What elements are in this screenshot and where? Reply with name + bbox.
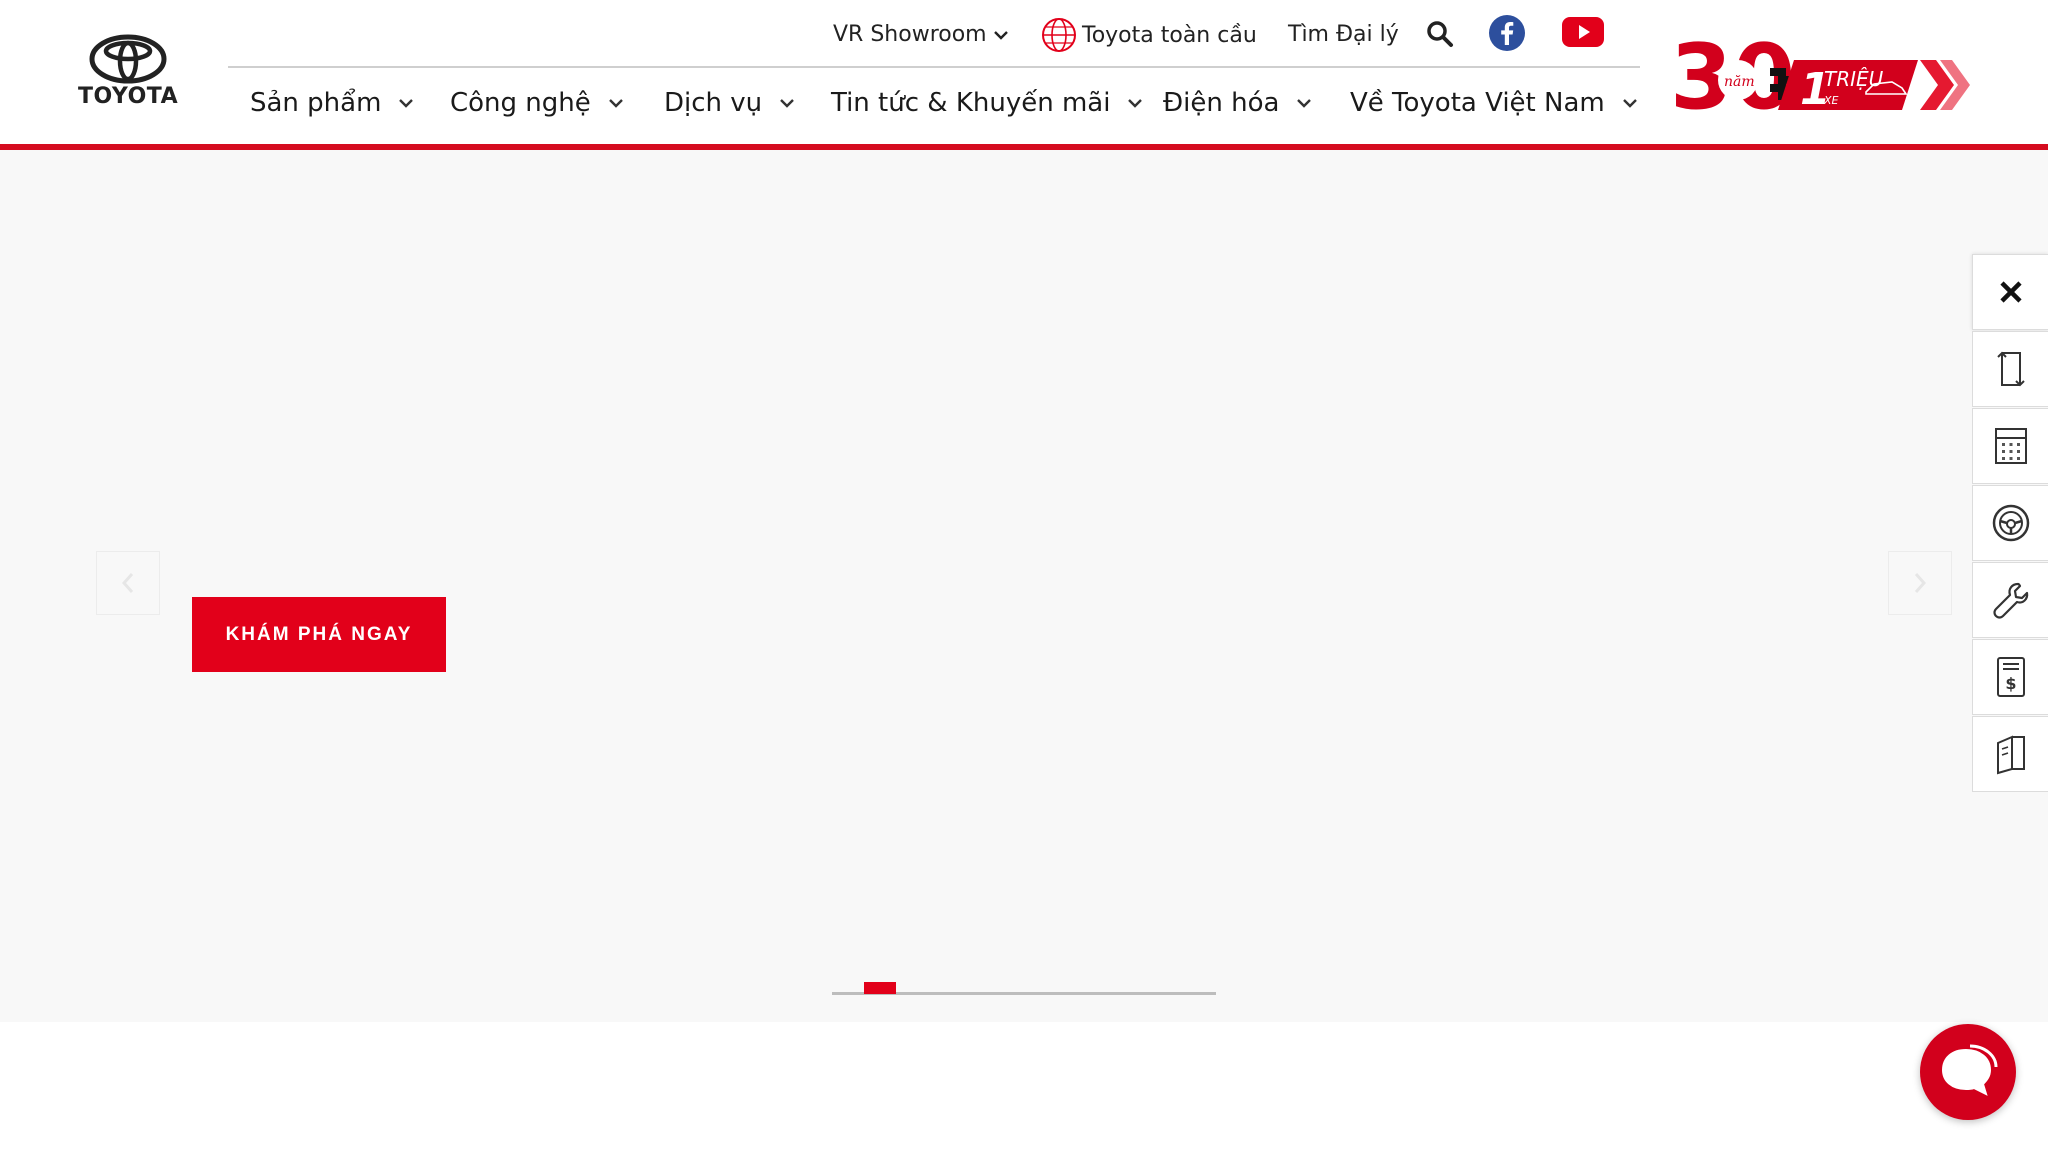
badge-vehicles: XE [1823, 94, 1839, 107]
close-icon [1999, 281, 2022, 303]
nav-item-services[interactable]: Dịch vụ [664, 88, 796, 118]
chat-icon [1941, 1044, 1998, 1096]
chevron-down-icon [1128, 99, 1143, 108]
nav-item-label: Dịch vụ [664, 88, 763, 118]
nav-item-technology[interactable]: Công nghệ [450, 88, 625, 118]
chevron-down-icon [1622, 99, 1637, 108]
compare-cars-button[interactable] [1972, 331, 2048, 407]
service-booking-button[interactable] [1972, 562, 2048, 638]
toyota-global-label: Toyota toàn cầu [1082, 22, 1257, 48]
site-header: TOYOTA VR Showroom Toyota toàn cầu Tìm Đ… [0, 0, 2048, 144]
chevron-down-icon [399, 99, 414, 108]
chevron-down-icon [993, 30, 1008, 40]
globe-icon [1042, 18, 1076, 52]
nav-item-label: Điện hóa [1163, 88, 1280, 118]
youtube-link[interactable] [1562, 16, 1604, 48]
nav-item-news-promotions[interactable]: Tin tức & Khuyến mãi [831, 88, 1144, 118]
search-button[interactable] [1426, 20, 1454, 48]
badge-million-label: TRIỆU [1824, 67, 1884, 91]
brochure-icon [1996, 735, 2025, 775]
chat-button[interactable] [1920, 1024, 2016, 1120]
nav-item-electrification[interactable]: Điện hóa [1163, 88, 1313, 118]
chevron-right-icon [1914, 573, 1927, 593]
price-list-button[interactable]: $ [1972, 639, 2048, 715]
nav-item-products[interactable]: Sản phẩm [250, 88, 415, 118]
vr-showroom-link[interactable]: VR Showroom [833, 22, 1009, 47]
facebook-icon [1489, 15, 1525, 51]
toyota-global-link[interactable]: Toyota toàn cầu [1040, 16, 1257, 54]
nav-item-label: Sản phẩm [250, 88, 382, 118]
find-dealer-link[interactable]: Tìm Đại lý [1288, 22, 1399, 47]
chevron-down-icon [1297, 99, 1312, 108]
nav-item-about[interactable]: Về Toyota Việt Nam [1350, 88, 1639, 118]
search-icon [1427, 21, 1453, 47]
anniversary-badge[interactable]: 30 năm 1 TRIỆU XE [1670, 25, 1990, 130]
anniversary-logo: 30 năm 1 TRIỆU XE [1670, 25, 1970, 130]
carousel-next-button[interactable] [1888, 551, 1952, 615]
badge-years-sub: năm [1724, 74, 1755, 90]
find-dealer-label: Tìm Đại lý [1288, 22, 1399, 47]
hero-carousel [0, 150, 2048, 1022]
side-tools-panel: $ [1972, 254, 2048, 793]
chevron-down-icon [608, 99, 623, 108]
header-divider [228, 66, 1640, 68]
nav-item-label: Công nghệ [450, 88, 591, 118]
carousel-progress-indicator [864, 982, 896, 994]
svg-text:$: $ [2005, 674, 2016, 693]
price-list-icon: $ [1996, 657, 2025, 697]
utility-bar: VR Showroom Toyota toàn cầu Tìm Đại lý [0, 14, 1660, 58]
chevron-left-icon [121, 573, 134, 593]
compare-icon [1996, 351, 2025, 387]
steering-wheel-icon [1992, 504, 2029, 542]
vr-showroom-label: VR Showroom [833, 22, 987, 47]
facebook-link[interactable] [1488, 14, 1526, 52]
brochure-button[interactable] [1972, 716, 2048, 792]
test-drive-button[interactable] [1972, 485, 2048, 561]
nav-item-label: Về Toyota Việt Nam [1350, 88, 1605, 118]
logo-wordmark: TOYOTA [78, 84, 179, 109]
wrench-icon [1992, 582, 2028, 619]
calculator-icon [1994, 428, 2027, 464]
nav-item-label: Tin tức & Khuyến mãi [831, 88, 1111, 118]
youtube-icon [1562, 17, 1604, 47]
chevron-down-icon [780, 99, 795, 108]
explore-now-button[interactable]: KHÁM PHÁ NGAY [192, 597, 446, 672]
carousel-prev-button[interactable] [96, 551, 160, 615]
cost-estimate-button[interactable] [1972, 408, 2048, 484]
side-tools-close-button[interactable] [1972, 254, 2048, 330]
